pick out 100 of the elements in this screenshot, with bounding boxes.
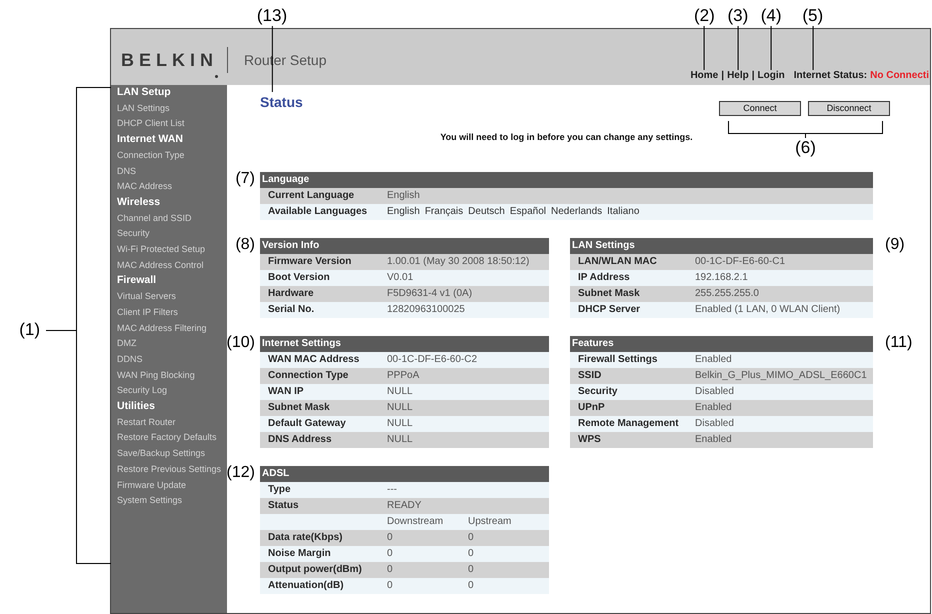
- row-value: 00-1C-DF-E6-60-C2: [387, 354, 478, 366]
- menu-link[interactable]: Security Log: [117, 383, 168, 400]
- row-label: UPnP: [578, 402, 605, 413]
- menu-heading: LAN Setup: [117, 85, 171, 100]
- row-value: 192.168.2.1: [695, 272, 748, 284]
- row-label: DHCP Server: [578, 304, 640, 315]
- table-header: Internet Settings: [260, 336, 549, 352]
- row-label: Status: [268, 500, 299, 511]
- menu-heading: Firewall: [117, 273, 156, 288]
- row-value: 0: [468, 564, 474, 575]
- language-option[interactable]: Deutsch: [468, 206, 505, 218]
- callout-label: (13): [256, 6, 288, 26]
- row-label: Noise Margin: [268, 548, 331, 559]
- callout-label: (8): [235, 235, 255, 255]
- menu-link[interactable]: MAC Address Control: [117, 258, 204, 274]
- row-value: 0: [387, 564, 393, 575]
- leader-line: [737, 26, 738, 70]
- action-button[interactable]: Disconnect: [808, 101, 890, 116]
- callout-label: (4): [760, 6, 782, 26]
- row-label: Data rate(Kbps): [268, 532, 342, 543]
- menu-link[interactable]: DDNS: [117, 352, 143, 368]
- action-button[interactable]: Connect: [719, 101, 801, 116]
- menu-link[interactable]: Channel and SSID: [117, 210, 192, 226]
- nav-link[interactable]: Home: [690, 70, 718, 81]
- row-value: 0: [387, 580, 393, 591]
- row-value: V0.01: [387, 272, 414, 284]
- menu-link[interactable]: LAN Settings: [117, 100, 170, 116]
- row-value: F5D9631-4 v1 (0A): [387, 288, 472, 300]
- row-label: Current Language: [268, 190, 354, 201]
- leader-line: [812, 26, 814, 70]
- row-label: Output power(dBm): [268, 564, 362, 575]
- row-value: English: [387, 190, 420, 202]
- row-label: Hardware: [268, 288, 314, 299]
- menu-link[interactable]: Restore Factory Defaults: [117, 430, 217, 446]
- row-value: Upstream: [468, 516, 512, 527]
- dot-icon: [215, 75, 218, 78]
- menu-link[interactable]: DNS: [117, 164, 136, 180]
- row-value: 0: [468, 532, 474, 543]
- row-label: Connection Type: [268, 370, 348, 381]
- menu-link[interactable]: Wi-Fi Protected Setup: [117, 242, 206, 258]
- row-label: Firmware Version: [268, 256, 352, 267]
- menu-link[interactable]: Firmware Update: [117, 478, 186, 494]
- page-title: Status: [260, 94, 303, 110]
- row-label: WAN IP: [268, 386, 304, 397]
- callout-label: (6): [795, 138, 816, 158]
- row-value: READY: [387, 500, 422, 512]
- menu-link[interactable]: WAN Ping Blocking: [117, 368, 195, 384]
- menu-link[interactable]: Virtual Servers: [117, 289, 176, 305]
- menu-link[interactable]: Restore Previous Settings: [117, 462, 222, 478]
- language-option[interactable]: English: [387, 206, 420, 218]
- row-value: 255.255.255.0: [695, 288, 759, 300]
- row-value: NULL: [387, 402, 413, 414]
- menu-link[interactable]: MAC Address: [117, 179, 172, 195]
- menu-link[interactable]: DHCP Client List: [117, 116, 184, 132]
- callout-label: (9): [885, 235, 905, 255]
- row-value: 0: [387, 548, 393, 559]
- status-label: Internet Status:: [794, 70, 868, 82]
- row-value: 0: [468, 548, 474, 559]
- separator: |: [752, 70, 755, 82]
- language-option[interactable]: Français: [424, 206, 464, 218]
- menu-link[interactable]: System Settings: [117, 493, 182, 509]
- status-value: No Connecti: [870, 70, 929, 82]
- row-label: Attenuation(dB): [268, 580, 344, 591]
- table-header: LAN Settings: [570, 238, 873, 254]
- nav-link[interactable]: Help: [727, 70, 749, 81]
- row-label: Available Languages: [268, 206, 368, 217]
- notice-text: You will need to log in before you can change any settings.: [440, 131, 693, 143]
- language-option[interactable]: Nederlands: [551, 206, 602, 218]
- row-value: 12820963100025: [387, 304, 465, 316]
- row-label: SSID: [578, 370, 602, 381]
- row-label: Remote Management: [578, 418, 679, 429]
- row-value: Enabled: [695, 434, 732, 446]
- row-value: Disabled: [695, 386, 734, 398]
- row-value: NULL: [387, 386, 413, 398]
- row-value: PPPoA: [387, 370, 420, 382]
- menu-link[interactable]: Client IP Filters: [117, 304, 178, 321]
- row-value: 0: [468, 580, 474, 591]
- menu-heading: Utilities: [117, 399, 155, 414]
- row-value: Downstream: [387, 516, 444, 527]
- language-option[interactable]: Italiano: [607, 206, 640, 218]
- menu-link[interactable]: MAC Address Filtering: [117, 320, 207, 336]
- menu-link[interactable]: DMZ: [117, 336, 136, 352]
- row-value: NULL: [387, 434, 413, 446]
- row-label: WAN MAC Address: [268, 354, 360, 365]
- row-value: Enabled: [695, 402, 732, 414]
- row-value: Enabled (1 LAN, 0 WLAN Client): [695, 304, 840, 316]
- menu-link[interactable]: Restart Router: [117, 414, 176, 430]
- language-option[interactable]: Español: [510, 206, 546, 218]
- menu-heading: Internet WAN: [117, 132, 183, 148]
- nav-link[interactable]: Login: [758, 70, 785, 81]
- menu-heading: Wireless: [117, 194, 160, 210]
- menu-link[interactable]: Connection Type: [117, 148, 184, 164]
- leader-line: [770, 26, 772, 70]
- callout-label: (7): [235, 169, 255, 189]
- menu-link[interactable]: Security: [117, 226, 150, 242]
- leader-line: [46, 330, 76, 331]
- row-label: WPS: [578, 434, 601, 445]
- row-label: Firewall Settings: [578, 354, 658, 365]
- menu-link[interactable]: Save/Backup Settings: [117, 446, 206, 462]
- row-label: LAN/WLAN MAC: [578, 256, 657, 267]
